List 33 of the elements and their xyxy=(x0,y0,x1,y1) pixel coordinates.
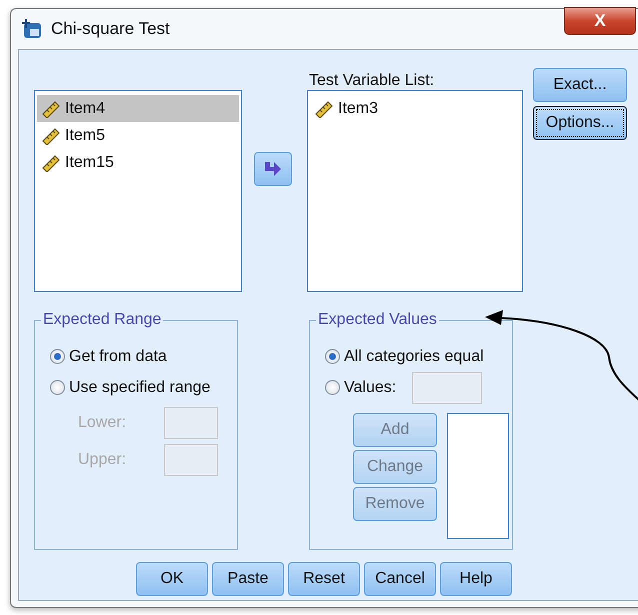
option-label: Get from data xyxy=(69,346,167,366)
dialog-button[interactable]: Cancel xyxy=(364,562,436,596)
ruler-icon xyxy=(41,100,61,118)
radio-button[interactable] xyxy=(325,349,340,364)
list-item[interactable]: Item4 xyxy=(37,95,239,122)
dialog-button[interactable]: Paste xyxy=(212,562,284,596)
list-label: Test Variable List: xyxy=(308,71,436,90)
arrow-icon xyxy=(265,162,281,176)
app-icon xyxy=(21,18,43,40)
radio-button[interactable] xyxy=(325,380,340,395)
option-label: Use specified range xyxy=(69,378,210,398)
ruler-icon xyxy=(41,126,61,144)
dialog-button[interactable]: OK xyxy=(136,562,208,596)
radio-button[interactable] xyxy=(50,349,65,364)
dialog-button[interactable]: Reset xyxy=(288,562,360,596)
move-button[interactable] xyxy=(254,152,292,186)
dialog-button[interactable]: Exact... xyxy=(533,68,627,102)
field-label: Upper: xyxy=(78,450,128,470)
dialog-button[interactable]: Options... xyxy=(533,106,627,140)
ruler-icon xyxy=(314,100,334,118)
list-item[interactable]: Item15 xyxy=(37,149,239,176)
field-label: Lower: xyxy=(78,413,128,433)
close-button[interactable]: X xyxy=(564,7,636,35)
window-title: Chi-square Test xyxy=(51,18,170,40)
option-label: Values: xyxy=(344,378,396,398)
group-title: Expected Values xyxy=(316,310,439,330)
list-item[interactable]: Item3 xyxy=(310,95,520,122)
option-label: All categories equal xyxy=(344,346,484,366)
ruler-icon xyxy=(41,154,61,172)
group-title: Expected Range xyxy=(41,310,164,330)
radio-button[interactable] xyxy=(50,380,65,395)
dialog-button[interactable]: Help xyxy=(440,562,512,596)
list-item[interactable]: Item5 xyxy=(37,122,239,149)
